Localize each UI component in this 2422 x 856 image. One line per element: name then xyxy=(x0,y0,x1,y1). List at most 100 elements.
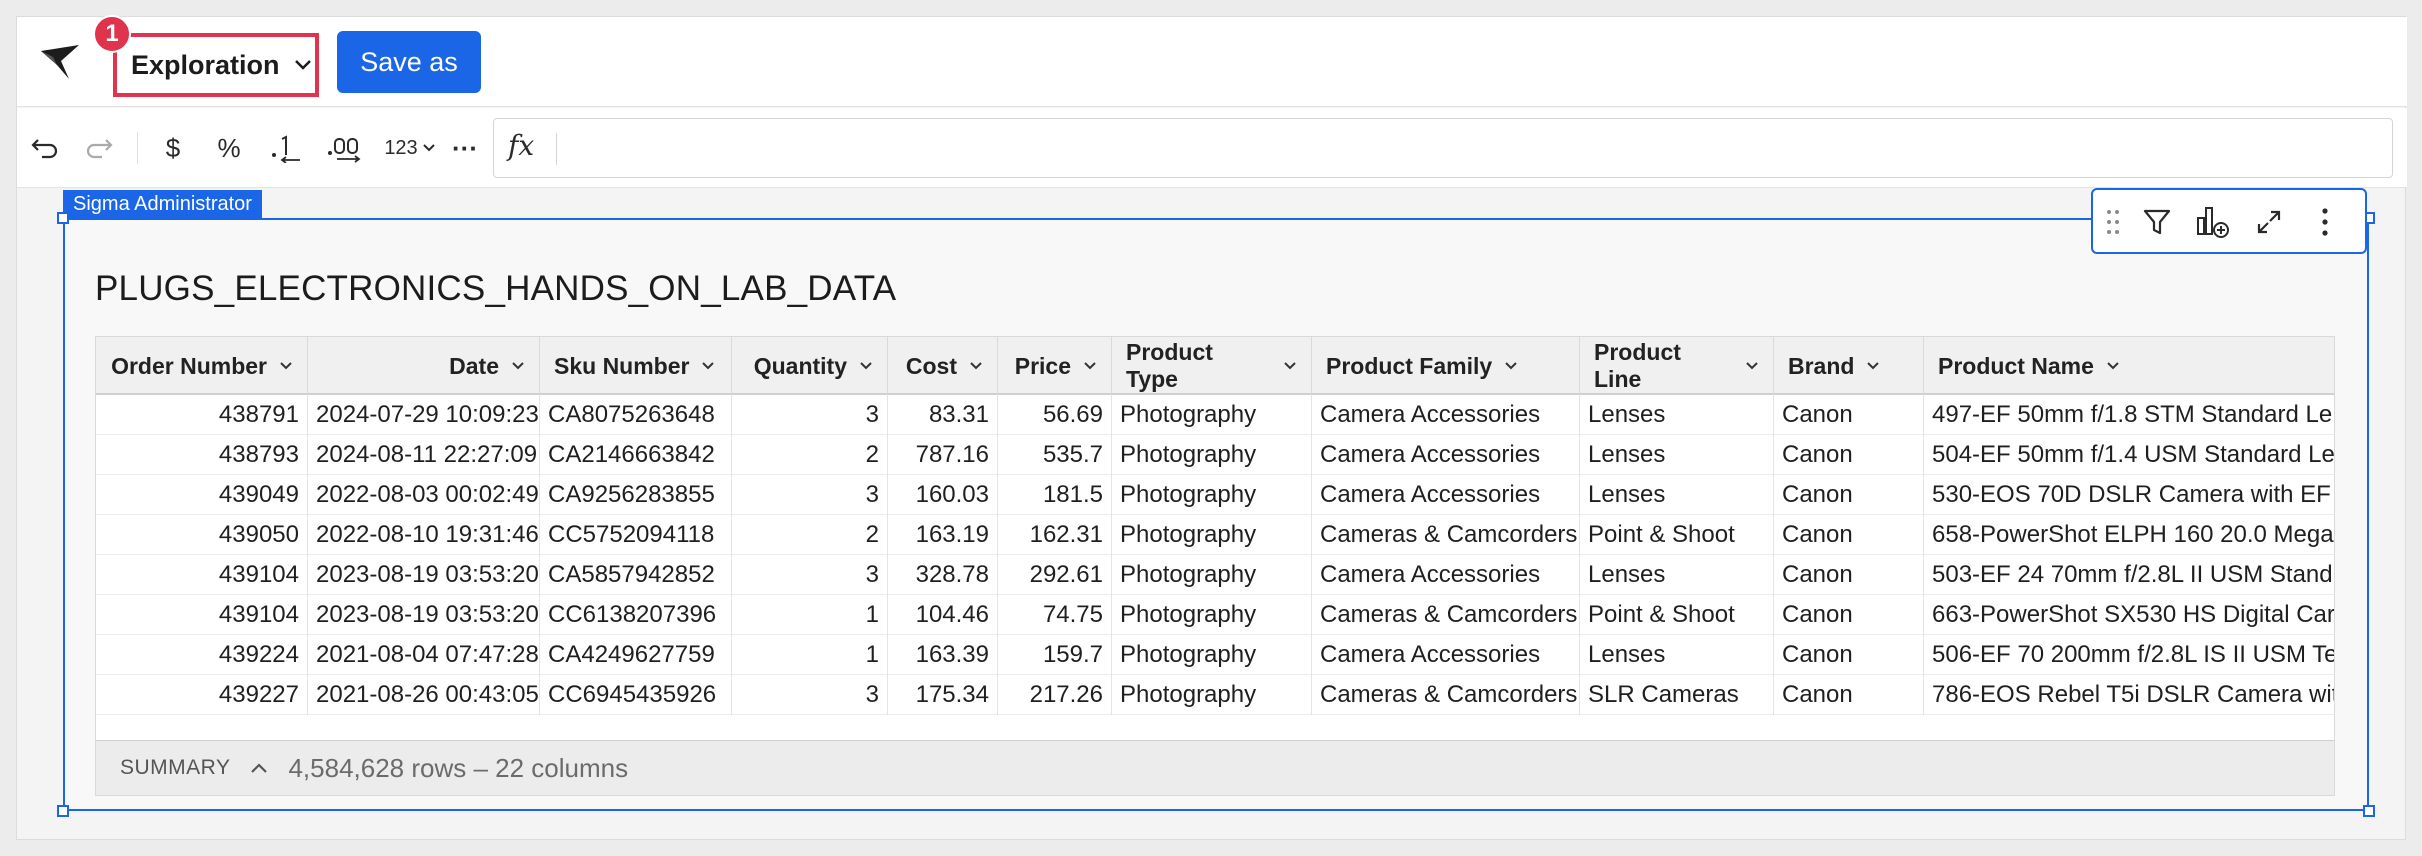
table-cell[interactable]: 163.39 xyxy=(888,635,998,675)
filter-button[interactable] xyxy=(2135,200,2179,244)
chevron-down-icon[interactable] xyxy=(859,361,873,371)
column-header[interactable]: Price xyxy=(998,337,1112,395)
table-cell[interactable]: 292.61 xyxy=(998,555,1112,595)
table-cell[interactable]: 1 xyxy=(732,595,888,635)
column-header[interactable]: Product Family xyxy=(1312,337,1580,395)
table-cell[interactable]: 2021-08-04 07:47:28 xyxy=(308,635,540,675)
number-format-dropdown[interactable]: 123 xyxy=(381,126,439,170)
column-header[interactable]: Product Type xyxy=(1112,337,1312,395)
table-row[interactable]: 439050 2022-08-10 19:31:46 CC5752094118 2 16… xyxy=(96,515,2334,555)
table-cell[interactable]: Lenses xyxy=(1580,475,1774,515)
table-cell[interactable]: 535.7 xyxy=(998,435,1112,475)
chevron-down-icon[interactable] xyxy=(701,361,715,371)
table-cell[interactable]: Photography xyxy=(1112,515,1312,555)
table-cell[interactable]: 2 xyxy=(732,515,888,555)
save-as-button[interactable]: Save as xyxy=(337,31,481,93)
table-cell[interactable]: Canon xyxy=(1774,475,1924,515)
table-cell[interactable]: Canon xyxy=(1774,395,1924,435)
table-cell[interactable]: 439104 xyxy=(96,555,308,595)
table-cell[interactable]: 2024-08-11 22:27:09 xyxy=(308,435,540,475)
table-row[interactable]: 439227 2021-08-26 00:43:05 CC6945435926 3 17… xyxy=(96,675,2334,715)
table-cell[interactable]: Cameras & Camcorders xyxy=(1312,675,1580,715)
table-cell[interactable]: CA4249627759 xyxy=(540,635,732,675)
table-cell[interactable]: 83.31 xyxy=(888,395,998,435)
chevron-down-icon[interactable] xyxy=(1504,361,1518,371)
table-row[interactable]: 438791 2024-07-29 10:09:23 CA8075263648 3 83… xyxy=(96,395,2334,435)
table-cell[interactable]: Cameras & Camcorders xyxy=(1312,595,1580,635)
drag-handle[interactable] xyxy=(2101,200,2125,244)
table-row[interactable]: 439224 2021-08-04 07:47:28 CA4249627759 1 16… xyxy=(96,635,2334,675)
table-cell[interactable]: 217.26 xyxy=(998,675,1112,715)
table-cell[interactable]: 181.5 xyxy=(998,475,1112,515)
table-cell[interactable]: 530-EOS 70D DSLR Camera with EF S xyxy=(1924,475,2334,515)
table-cell[interactable]: CC5752094118 xyxy=(540,515,732,555)
table-cell[interactable]: 658-PowerShot ELPH 160 20.0 Mega xyxy=(1924,515,2334,555)
table-cell[interactable]: Canon xyxy=(1774,595,1924,635)
table-cell[interactable]: Photography xyxy=(1112,595,1312,635)
table-cell[interactable]: Cameras & Camcorders xyxy=(1312,515,1580,555)
table-cell[interactable]: CC6945435926 xyxy=(540,675,732,715)
undo-button[interactable] xyxy=(25,126,65,170)
table-cell[interactable]: CA8075263648 xyxy=(540,395,732,435)
table-cell[interactable]: 439049 xyxy=(96,475,308,515)
column-header[interactable]: Product Name xyxy=(1924,337,2334,395)
element-menu-button[interactable] xyxy=(2303,200,2347,244)
chevron-down-icon[interactable] xyxy=(1745,361,1759,371)
table-cell[interactable]: CA2146663842 xyxy=(540,435,732,475)
table-cell[interactable]: 2024-07-29 10:09:23 xyxy=(308,395,540,435)
table-cell[interactable]: 663-PowerShot SX530 HS Digital Car xyxy=(1924,595,2334,635)
create-child-element-button[interactable] xyxy=(2191,200,2235,244)
table-cell[interactable]: 2022-08-10 19:31:46 xyxy=(308,515,540,555)
table-cell[interactable]: 160.03 xyxy=(888,475,998,515)
table-cell[interactable]: Lenses xyxy=(1580,555,1774,595)
table-row[interactable]: 439104 2023-08-19 03:53:20 CC6138207396 1 10… xyxy=(96,595,2334,635)
column-header[interactable]: Date xyxy=(308,337,540,395)
table-cell[interactable]: Camera Accessories xyxy=(1312,635,1580,675)
resize-handle[interactable] xyxy=(57,212,69,224)
table-cell[interactable]: Camera Accessories xyxy=(1312,555,1580,595)
expand-button[interactable] xyxy=(2247,200,2291,244)
table-cell[interactable]: 328.78 xyxy=(888,555,998,595)
element-title[interactable]: PLUGS_ELECTRONICS_HANDS_ON_LAB_DATA xyxy=(95,269,896,309)
table-cell[interactable]: 3 xyxy=(732,395,888,435)
table-cell[interactable]: 163.19 xyxy=(888,515,998,555)
table-cell[interactable]: SLR Cameras xyxy=(1580,675,1774,715)
percent-format-button[interactable]: % xyxy=(209,126,249,170)
table-cell[interactable]: 104.46 xyxy=(888,595,998,635)
resize-handle[interactable] xyxy=(2363,805,2375,817)
table-row[interactable]: 438793 2024-08-11 22:27:09 CA2146663842 2 78… xyxy=(96,435,2334,475)
table-row[interactable]: 439049 2022-08-03 00:02:49 CA9256283855 3 16… xyxy=(96,475,2334,515)
table-cell[interactable]: Photography xyxy=(1112,555,1312,595)
chevron-down-icon[interactable] xyxy=(1866,361,1880,371)
table-cell[interactable]: Canon xyxy=(1774,675,1924,715)
table-cell[interactable]: 159.7 xyxy=(998,635,1112,675)
sigma-logo-icon[interactable] xyxy=(39,41,81,83)
table-cell[interactable]: 56.69 xyxy=(998,395,1112,435)
table-cell[interactable]: 3 xyxy=(732,675,888,715)
table-cell[interactable]: 175.34 xyxy=(888,675,998,715)
column-header[interactable]: Sku Number xyxy=(540,337,732,395)
table-cell[interactable]: Camera Accessories xyxy=(1312,395,1580,435)
table-row[interactable]: 439104 2023-08-19 03:53:20 CA5857942852 3 32… xyxy=(96,555,2334,595)
table-cell[interactable]: 2 xyxy=(732,435,888,475)
table-cell[interactable]: 2023-08-19 03:53:20 xyxy=(308,555,540,595)
table-cell[interactable]: Canon xyxy=(1774,555,1924,595)
table-cell[interactable]: Camera Accessories xyxy=(1312,435,1580,475)
formula-bar[interactable]: fx xyxy=(493,118,2393,178)
chevron-down-icon[interactable] xyxy=(511,361,525,371)
table-cell[interactable]: Photography xyxy=(1112,435,1312,475)
table-cell[interactable]: Camera Accessories xyxy=(1312,475,1580,515)
table-cell[interactable]: 497-EF 50mm f/1.8 STM Standard Le xyxy=(1924,395,2334,435)
table-cell[interactable]: Canon xyxy=(1774,515,1924,555)
table-cell[interactable]: 2022-08-03 00:02:49 xyxy=(308,475,540,515)
chevron-up-icon[interactable] xyxy=(250,762,268,774)
table-cell[interactable]: Lenses xyxy=(1580,635,1774,675)
table-cell[interactable]: 787.16 xyxy=(888,435,998,475)
chevron-down-icon[interactable] xyxy=(1083,361,1097,371)
table-cell[interactable]: 2023-08-19 03:53:20 xyxy=(308,595,540,635)
table-cell[interactable]: 2021-08-26 00:43:05 xyxy=(308,675,540,715)
table-cell[interactable]: Canon xyxy=(1774,435,1924,475)
table-cell[interactable]: 439104 xyxy=(96,595,308,635)
column-header[interactable]: Product Line xyxy=(1580,337,1774,395)
chevron-down-icon[interactable] xyxy=(2106,361,2120,371)
